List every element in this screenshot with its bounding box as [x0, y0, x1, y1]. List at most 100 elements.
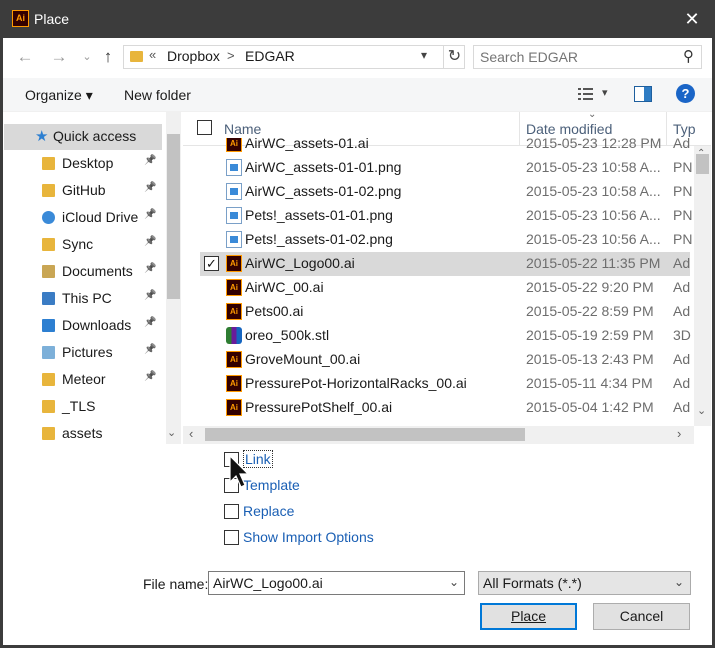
breadcrumb-overflow[interactable]: « — [149, 47, 156, 62]
scroll-left-icon[interactable]: ‹ — [189, 426, 193, 441]
folder-icon — [42, 427, 55, 440]
sidebar-item[interactable]: _TLS — [4, 394, 162, 420]
column-type[interactable]: Typ — [673, 121, 696, 137]
sidebar-item-label: iCloud Drive — [62, 209, 139, 225]
search-icon[interactable]: ⚲ — [683, 47, 694, 65]
scroll-up-icon[interactable]: ⌃ — [697, 148, 705, 159]
filename-field[interactable]: ⌄ — [208, 571, 465, 595]
scroll-right-icon[interactable]: › — [677, 426, 681, 441]
search-box[interactable]: ⚲ — [473, 45, 702, 69]
sidebar-item-label: Desktop — [62, 155, 114, 171]
view-chevron-icon[interactable]: ▾ — [602, 86, 608, 99]
sidebar-item[interactable]: ★ Quick access — [4, 124, 162, 150]
sidebar-item[interactable]: This PC 📌 — [4, 286, 162, 312]
cancel-button[interactable]: Cancel — [593, 603, 690, 630]
pin-icon[interactable]: 📌 — [144, 236, 156, 247]
stl-file-icon — [226, 327, 242, 344]
search-input[interactable] — [480, 48, 670, 66]
sidebar-item-label: _TLS — [62, 398, 96, 414]
sidebar-item[interactable]: Documents 📌 — [4, 259, 162, 285]
breadcrumb-edgar[interactable]: EDGAR — [245, 48, 295, 64]
column-date-modified[interactable]: Date modified — [526, 121, 612, 137]
file-row[interactable]: AirWC_assets-01-01.png 2015-05-23 10:58 A… — [200, 156, 692, 180]
select-all-checkbox[interactable] — [197, 120, 212, 135]
sidebar-item[interactable]: GitHub 📌 — [4, 178, 162, 204]
refresh-icon[interactable]: ↻ — [443, 46, 465, 68]
file-row[interactable]: Ai Pets00.ai 2015-05-22 8:59 PM Ad — [200, 300, 690, 324]
breadcrumb-separator[interactable]: > — [227, 48, 235, 63]
help-icon[interactable]: ? — [676, 84, 695, 103]
sidebar-item[interactable]: Pictures 📌 — [4, 340, 162, 366]
file-date: 2015-05-23 10:56 A... — [526, 207, 661, 223]
file-row[interactable]: Ai PressurePot-HorizontalRacks_00.ai 2015-… — [200, 372, 690, 396]
nav-scroll-down-icon[interactable]: ⌄ — [167, 426, 176, 439]
file-list[interactable]: Name ⌄ Date modified Typ Ai AirWC_assets-… — [183, 112, 711, 444]
address-bar[interactable]: « Dropbox > EDGAR ▾ ↻ — [123, 45, 465, 69]
file-name: AirWC_assets-01-01.png — [245, 159, 402, 175]
pin-icon[interactable]: 📌 — [144, 317, 156, 328]
pin-icon[interactable]: 📌 — [144, 263, 156, 274]
file-row[interactable]: AirWC_assets-01-02.png 2015-05-23 10:58 A… — [200, 180, 692, 204]
organize-button[interactable]: Organize ▾ — [25, 87, 93, 104]
sidebar-item[interactable]: iCloud Drive 📌 — [4, 205, 162, 231]
file-row[interactable]: Ai GroveMount_00.ai 2015-05-13 2:43 PM Ad — [200, 348, 690, 372]
scroll-down-icon[interactable]: ⌄ — [697, 404, 706, 417]
forward-arrow-icon[interactable]: → — [48, 46, 70, 68]
up-arrow-icon[interactable]: ↑ — [97, 46, 119, 68]
preview-pane-icon[interactable] — [634, 86, 652, 102]
breadcrumb-dropbox[interactable]: Dropbox — [167, 48, 220, 64]
file-row[interactable]: Pets!_assets-01-01.png 2015-05-23 10:56 A… — [200, 204, 692, 228]
column-name[interactable]: Name — [224, 121, 261, 137]
file-date: 2015-05-23 10:56 A... — [526, 231, 661, 247]
show-import-options-label[interactable]: Show Import Options — [243, 529, 374, 545]
filename-dropdown-icon[interactable]: ⌄ — [449, 575, 459, 589]
replace-checkbox[interactable] — [224, 504, 239, 519]
replace-label[interactable]: Replace — [243, 503, 294, 519]
file-format-select[interactable]: All Formats (*.*) ⌄ — [478, 571, 691, 595]
vertical-scrollbar[interactable] — [694, 146, 711, 426]
file-row[interactable]: Ai PressurePotShelf_00.ai 2015-05-04 1:42 … — [200, 396, 690, 420]
filename-input[interactable] — [213, 574, 438, 592]
pin-icon[interactable]: 📌 — [144, 155, 156, 166]
sidebar-item[interactable]: Desktop 📌 — [4, 151, 162, 177]
file-name: Pets00.ai — [245, 303, 304, 319]
file-row[interactable]: Pets!_assets-01-02.png 2015-05-23 10:56 A… — [200, 228, 692, 252]
file-date: 2015-05-22 8:59 PM — [526, 303, 654, 319]
png-file-icon — [226, 207, 242, 224]
file-row[interactable]: Ai AirWC_assets-01.ai 2015-05-23 12:28 PM A… — [200, 138, 690, 156]
recent-locations-chevron-icon[interactable]: ⌄ — [76, 46, 98, 68]
window-title: Place — [34, 11, 70, 27]
file-type: PN — [673, 159, 693, 175]
pin-icon[interactable]: 📌 — [144, 371, 156, 382]
folder-icon — [42, 238, 55, 251]
nav-scrollbar-thumb[interactable] — [167, 134, 180, 299]
horizontal-scrollbar-thumb[interactable] — [205, 428, 525, 441]
pin-icon[interactable]: 📌 — [144, 182, 156, 193]
view-options-icon[interactable] — [577, 85, 595, 103]
place-button-label: Place — [510, 608, 547, 624]
ai-file-icon: Ai — [226, 303, 242, 320]
file-name: GroveMount_00.ai — [245, 351, 361, 367]
close-button[interactable]: ✕ — [678, 6, 706, 32]
sidebar-item[interactable]: Meteor 📌 — [4, 367, 162, 393]
chevron-down-icon[interactable]: ▾ — [421, 48, 427, 62]
file-name: Pets!_assets-01-02.png — [245, 231, 393, 247]
png-file-icon — [226, 231, 242, 248]
file-row[interactable]: oreo_500k.stl 2015-05-19 2:59 PM 3D — [200, 324, 691, 348]
pin-icon[interactable]: 📌 — [144, 209, 156, 220]
file-row[interactable]: ✓ Ai AirWC_Logo00.ai 2015-05-22 11:35 PM Ad — [200, 252, 690, 276]
file-row[interactable]: Ai AirWC_00.ai 2015-05-22 9:20 PM Ad — [200, 276, 690, 300]
place-button[interactable]: Place — [480, 603, 577, 630]
navigation-pane[interactable]: ★ Quick access Desktop 📌 GitHub 📌 iCloud Drive… — [4, 112, 181, 444]
back-arrow-icon[interactable]: ← — [14, 46, 36, 68]
pin-icon[interactable]: 📌 — [144, 290, 156, 301]
new-folder-button[interactable]: New folder — [124, 87, 191, 103]
sidebar-item[interactable]: Downloads 📌 — [4, 313, 162, 339]
row-checkbox[interactable]: ✓ — [204, 256, 219, 271]
pin-icon[interactable]: 📌 — [144, 344, 156, 355]
sidebar-item[interactable]: assets — [4, 421, 162, 444]
file-date: 2015-05-13 2:43 PM — [526, 351, 654, 367]
show-import-options-checkbox[interactable] — [224, 530, 239, 545]
file-date: 2015-05-23 12:28 PM — [526, 138, 662, 151]
sidebar-item[interactable]: Sync 📌 — [4, 232, 162, 258]
